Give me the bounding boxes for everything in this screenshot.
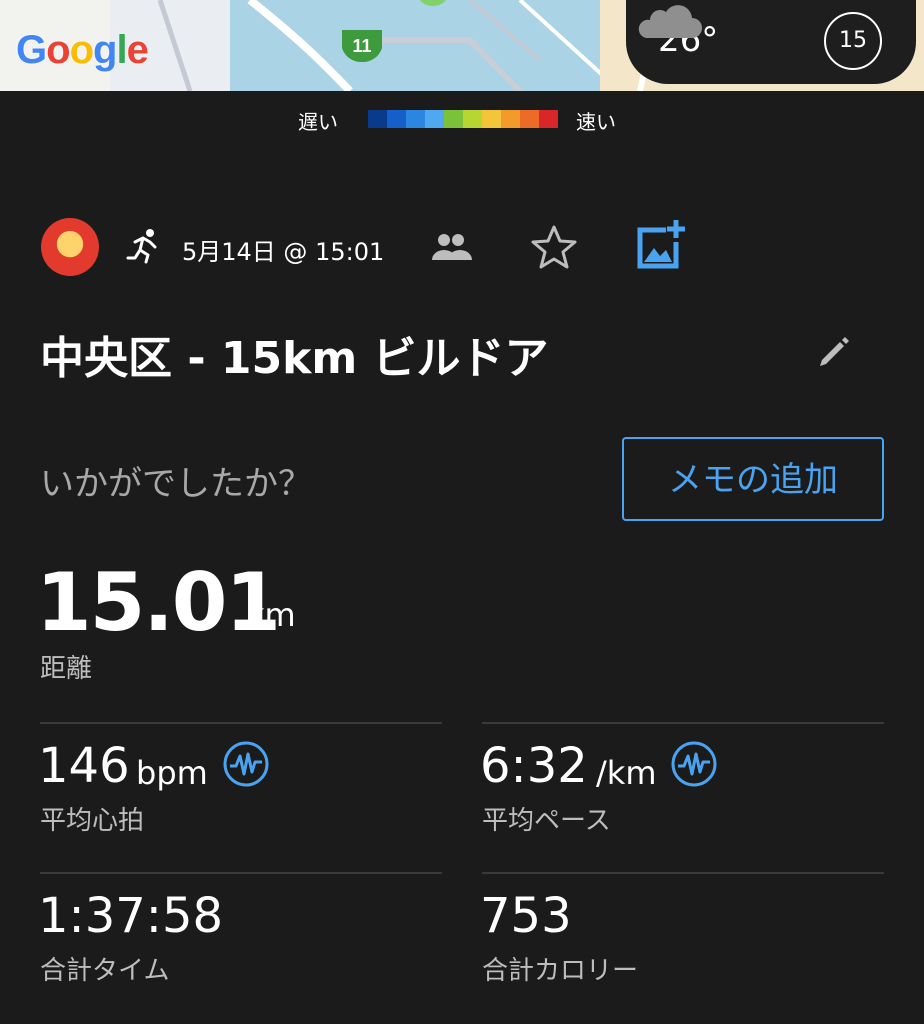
distance-unit: km — [246, 596, 296, 634]
legend-color-swatch — [387, 110, 406, 128]
compass-icon[interactable]: 15 — [824, 12, 882, 70]
heart-rate-value: 146 — [38, 738, 130, 794]
google-logo: Google — [16, 28, 149, 72]
legend-color-swatch — [406, 110, 425, 128]
pace-chart-icon[interactable] — [670, 740, 718, 788]
legend-color-swatch — [463, 110, 482, 128]
legend-color-swatch — [368, 110, 387, 128]
road-marker-label: 11 — [352, 36, 371, 56]
distance-label: 距離 — [40, 654, 93, 684]
calories-label: 合計カロリー — [482, 956, 639, 986]
calories-value: 753 — [480, 888, 572, 944]
edit-pencil-icon[interactable] — [818, 334, 850, 368]
pace-unit: /km — [596, 754, 657, 792]
weather-overlay[interactable]: 26° 15 — [626, 0, 916, 84]
people-icon[interactable] — [430, 232, 472, 262]
legend-color-swatch — [482, 110, 501, 128]
legend-color-swatch — [539, 110, 558, 128]
speed-color-scale — [368, 110, 558, 128]
divider — [482, 872, 884, 874]
total-time-value: 1:37:58 — [38, 888, 224, 944]
activity-date: 5月14日 @ 15:01 — [182, 238, 385, 266]
divider — [40, 722, 442, 724]
legend-color-swatch — [520, 110, 539, 128]
compass-label: 15 — [839, 28, 867, 53]
divider — [482, 722, 884, 724]
heart-rate-unit: bpm — [136, 754, 208, 792]
heart-rate-chart-icon[interactable] — [222, 740, 270, 788]
heart-rate-label: 平均心拍 — [40, 806, 145, 836]
legend-slow-label: 遅い — [298, 110, 338, 134]
running-icon — [126, 229, 157, 264]
pace-value: 6:32 — [480, 738, 588, 794]
cloud-icon — [638, 5, 702, 39]
legend-color-swatch — [501, 110, 520, 128]
star-icon[interactable] — [530, 224, 578, 270]
activity-title: 中央区 - 15km ビルドア — [40, 333, 549, 384]
legend-color-swatch — [425, 110, 444, 128]
route-map[interactable]: 11 Google 26° 15 — [0, 0, 924, 91]
avatar[interactable] — [41, 218, 99, 276]
pace-label: 平均ペース — [482, 806, 611, 836]
total-time-label: 合計タイム — [40, 956, 170, 986]
distance-value: 15.01 — [36, 556, 281, 649]
add-memo-button[interactable]: メモの追加 — [622, 437, 884, 521]
legend-fast-label: 速い — [576, 110, 616, 134]
add-photo-icon[interactable] — [636, 218, 686, 270]
feeling-prompt: いかがでしたか？ — [40, 464, 312, 504]
divider — [40, 872, 442, 874]
legend-color-swatch — [444, 110, 463, 128]
